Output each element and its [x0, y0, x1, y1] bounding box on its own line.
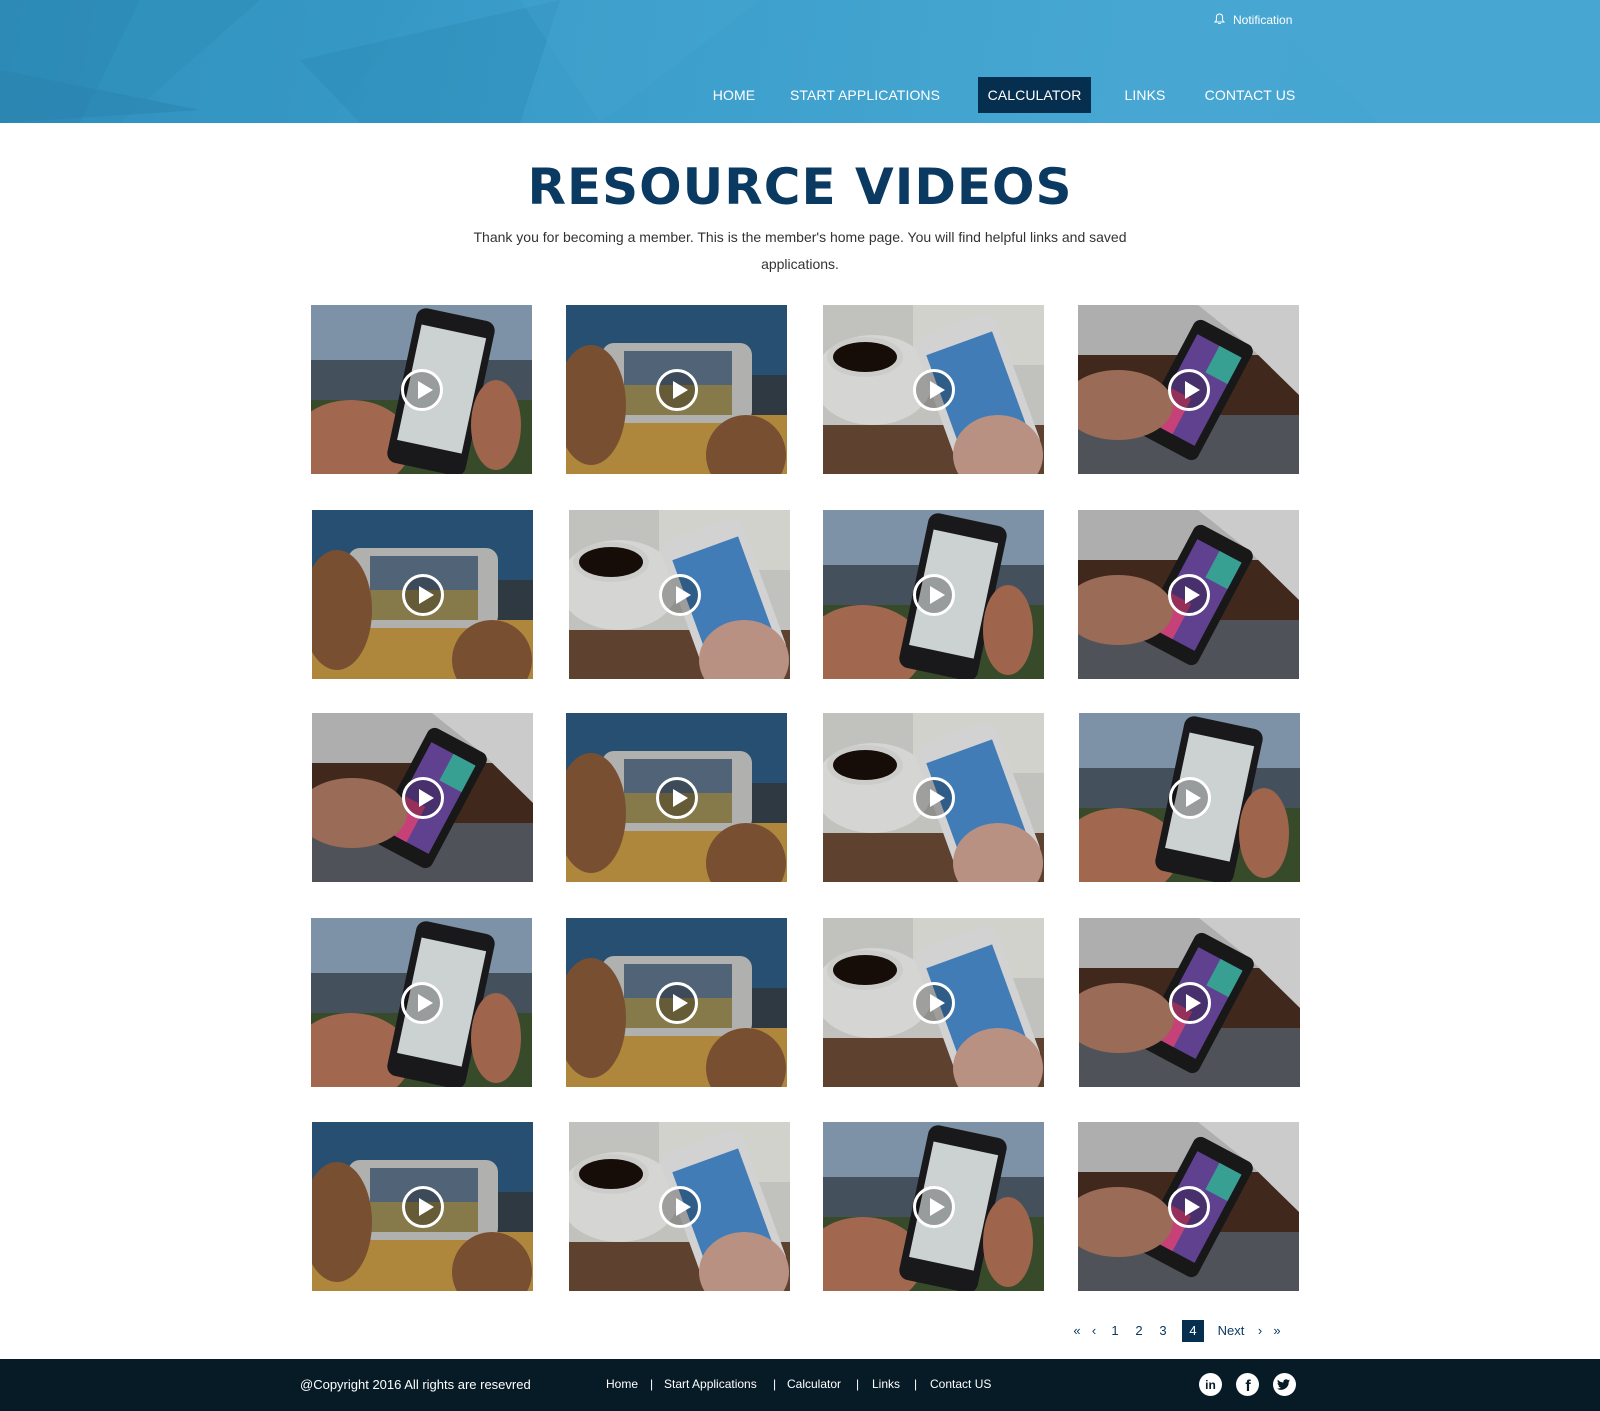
play-icon[interactable]: [400, 981, 443, 1024]
facebook-icon[interactable]: f: [1236, 1373, 1259, 1396]
nav-item-start-applications[interactable]: START APPLICATIONS: [790, 77, 940, 113]
site-footer: @Copyright 2016 All rights are resevred …: [0, 1359, 1600, 1411]
play-icon[interactable]: [1167, 1185, 1210, 1228]
page-3[interactable]: 3: [1156, 1320, 1170, 1342]
play-icon[interactable]: [912, 368, 955, 411]
next-page-button[interactable]: ›: [1254, 1320, 1266, 1342]
svg-text:in: in: [1205, 1378, 1216, 1392]
video-thumbnail[interactable]: [566, 918, 787, 1087]
play-icon[interactable]: [1168, 981, 1211, 1024]
video-thumbnail[interactable]: [823, 510, 1044, 679]
page-1[interactable]: 1: [1108, 1320, 1122, 1342]
video-thumbnail[interactable]: [823, 305, 1044, 474]
play-icon[interactable]: [912, 1185, 955, 1228]
footer-separator: |: [914, 1377, 918, 1391]
footer-link-start-applications[interactable]: Start Applications: [664, 1377, 757, 1391]
play-icon[interactable]: [912, 981, 955, 1024]
video-thumbnail[interactable]: [1079, 713, 1300, 882]
video-thumbnail[interactable]: [566, 713, 787, 882]
first-page-button[interactable]: «: [1070, 1320, 1084, 1342]
play-icon[interactable]: [400, 368, 443, 411]
nav-item-calculator[interactable]: CALCULATOR: [978, 77, 1091, 113]
prev-page-button[interactable]: ‹: [1088, 1320, 1100, 1342]
video-thumbnail[interactable]: [1078, 510, 1299, 679]
svg-text:f: f: [1245, 1378, 1251, 1395]
page-2[interactable]: 2: [1132, 1320, 1146, 1342]
bell-icon: [1213, 12, 1226, 28]
notification-label: Notification: [1233, 13, 1293, 27]
video-thumbnail[interactable]: [823, 1122, 1044, 1291]
play-icon[interactable]: [401, 573, 444, 616]
footer-link-calculator[interactable]: Calculator: [787, 1377, 841, 1391]
twitter-icon[interactable]: [1273, 1373, 1296, 1396]
intro-text: Thank you for becoming a member. This is…: [473, 229, 1127, 272]
last-page-button[interactable]: »: [1270, 1320, 1284, 1342]
footer-link-contact-us[interactable]: Contact US: [930, 1377, 991, 1391]
footer-link-links[interactable]: Links: [872, 1377, 900, 1391]
video-thumbnail[interactable]: [1079, 918, 1300, 1087]
nav-item-links[interactable]: LINKS: [1113, 77, 1177, 113]
play-icon[interactable]: [401, 1185, 444, 1228]
play-icon[interactable]: [912, 776, 955, 819]
nav-item-contact-us[interactable]: CONTACT US: [1200, 77, 1300, 113]
play-icon[interactable]: [401, 776, 444, 819]
nav-item-home[interactable]: HOME: [700, 77, 768, 113]
video-thumbnail[interactable]: [569, 1122, 790, 1291]
play-icon[interactable]: [912, 573, 955, 616]
site-header: Notification HOME START APPLICATIONS CALCU…: [0, 0, 1600, 123]
notification-link[interactable]: Notification: [1213, 12, 1293, 28]
video-thumbnail[interactable]: [311, 305, 532, 474]
play-icon[interactable]: [655, 776, 698, 819]
page-title: RESOURCE VIDEOS: [527, 158, 1073, 216]
page-4-current[interactable]: 4: [1182, 1320, 1204, 1342]
video-thumbnail[interactable]: [1078, 305, 1299, 474]
video-thumbnail[interactable]: [566, 305, 787, 474]
footer-separator: |: [650, 1377, 654, 1391]
play-icon[interactable]: [1167, 573, 1210, 616]
next-page-link[interactable]: Next: [1214, 1320, 1248, 1342]
copyright-text: @Copyright 2016 All rights are resevred: [300, 1377, 531, 1392]
play-icon[interactable]: [1167, 368, 1210, 411]
footer-separator: |: [773, 1377, 777, 1391]
play-icon[interactable]: [1168, 776, 1211, 819]
play-icon[interactable]: [655, 981, 698, 1024]
video-thumbnail[interactable]: [823, 713, 1044, 882]
play-icon[interactable]: [658, 573, 701, 616]
footer-separator: |: [856, 1377, 860, 1391]
video-thumbnail[interactable]: [312, 713, 533, 882]
video-thumbnail[interactable]: [569, 510, 790, 679]
video-thumbnail[interactable]: [312, 510, 533, 679]
video-thumbnail[interactable]: [823, 918, 1044, 1087]
video-thumbnail[interactable]: [312, 1122, 533, 1291]
play-icon[interactable]: [658, 1185, 701, 1228]
play-icon[interactable]: [655, 368, 698, 411]
linkedin-icon[interactable]: in: [1199, 1373, 1222, 1396]
video-thumbnail[interactable]: [311, 918, 532, 1087]
video-thumbnail[interactable]: [1078, 1122, 1299, 1291]
footer-link-home[interactable]: Home: [606, 1377, 638, 1391]
